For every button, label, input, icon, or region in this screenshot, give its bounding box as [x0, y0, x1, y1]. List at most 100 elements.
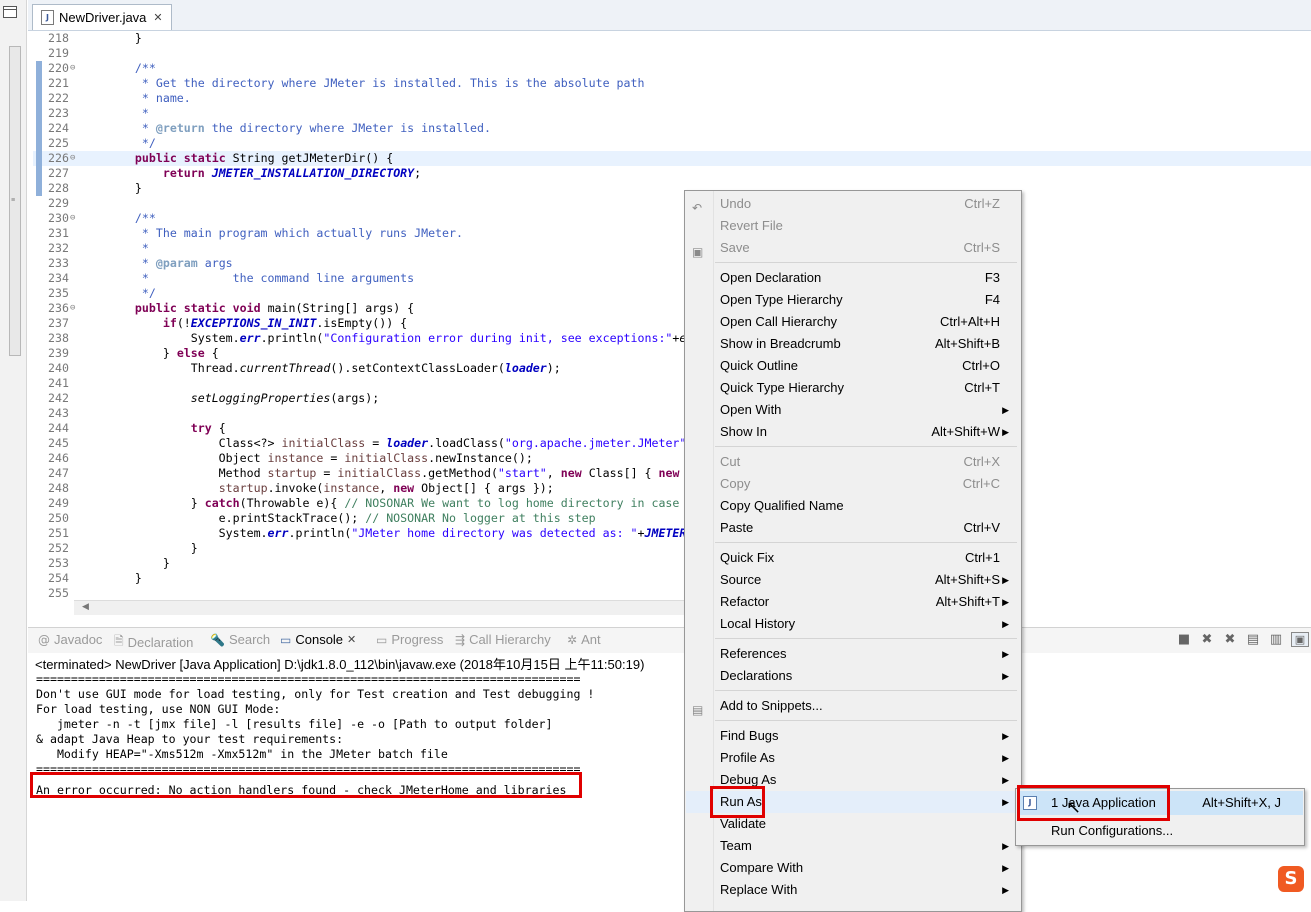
tab-declaration[interactable]: 🗎 Declaration — [114, 632, 193, 653]
menu-item-team[interactable]: Team ▶ — [686, 835, 1018, 857]
line-number: 229 — [48, 196, 69, 210]
menu-item-open-call-hierarchy[interactable]: Open Call Hierarchy Ctrl+Alt+H — [686, 311, 1018, 333]
clear-console-icon[interactable]: ▤ — [1245, 632, 1261, 647]
code-line[interactable]: 243 — [33, 406, 1311, 421]
line-number: 239 — [48, 346, 69, 360]
code-line[interactable]: 226 ⊖ public static String getJMeterDir()… — [33, 151, 1311, 166]
tab-javadoc[interactable]: @ Javadoc — [38, 632, 102, 647]
submenu-item-run-configurations[interactable]: Run Configurations... — [1017, 819, 1303, 843]
fold-toggle-icon[interactable]: ⊖ — [70, 61, 75, 76]
menu-item-copy[interactable]: Copy Ctrl+C — [686, 473, 1018, 495]
editor-horizontal-scrollbar[interactable]: ◀ — [74, 600, 684, 615]
menu-item-compare-with[interactable]: Compare With ▶ — [686, 857, 1018, 879]
code-line[interactable]: 254 } — [33, 571, 1311, 586]
restore-icon[interactable] — [3, 6, 17, 18]
input-method-icon[interactable]: S — [1278, 866, 1304, 892]
fold-toggle-icon[interactable]: ⊖ — [70, 301, 75, 316]
menu-item-quick-outline[interactable]: Quick Outline Ctrl+O — [686, 355, 1018, 377]
menu-item-add-to-snippets[interactable]: ▤ Add to Snippets... — [686, 695, 1018, 717]
code-line[interactable]: 255 — [33, 586, 1311, 601]
pin-console-icon[interactable]: ▣ — [1291, 632, 1309, 647]
code-line[interactable]: 231 * The main program which actually ru… — [33, 226, 1311, 241]
code-text: try { — [190, 421, 226, 435]
code-line[interactable]: 230 ⊖ /** — [33, 211, 1311, 226]
menu-item-replace-with[interactable]: Replace With ▶ — [686, 879, 1018, 901]
code-line[interactable]: 237 if(!EXCEPTIONS_IN_INIT.isEmpty()) { — [33, 316, 1311, 331]
code-line[interactable]: 235 */ — [33, 286, 1311, 301]
tab-search[interactable]: 🔦 Search — [210, 632, 270, 647]
menu-item-show-in-breadcrumb[interactable]: Show in Breadcrumb Alt+Shift+B — [686, 333, 1018, 355]
scroll-left-icon[interactable]: ◀ — [82, 601, 89, 612]
menu-item-save[interactable]: ▣ Save Ctrl+S — [686, 237, 1018, 259]
code-line[interactable]: 244 try { — [33, 421, 1311, 436]
code-line[interactable]: 242 setLoggingProperties(args); — [33, 391, 1311, 406]
code-line[interactable]: 241 — [33, 376, 1311, 391]
code-line[interactable]: 245 Class<?> initialClass = loader.loadC… — [33, 436, 1311, 451]
code-line[interactable]: 228 } — [33, 181, 1311, 196]
code-line[interactable]: 236 ⊖ public static void main(String[] ar… — [33, 301, 1311, 316]
code-line[interactable]: 222 * name. — [33, 91, 1311, 106]
menu-item-refactor[interactable]: Refactor Alt+Shift+T ▶ — [686, 591, 1018, 613]
menu-item-local-history[interactable]: Local History ▶ — [686, 613, 1018, 635]
close-icon[interactable]: ✕ — [153, 11, 162, 24]
console-toolbar: ■✖✖▤▥▣▦ — [1176, 632, 1311, 647]
code-line[interactable]: 246 Object instance = initialClass.newIn… — [33, 451, 1311, 466]
menu-item-copy-qualified-name[interactable]: Copy Qualified Name — [686, 495, 1018, 517]
close-icon[interactable]: ✕ — [347, 633, 356, 646]
menu-item-quick-type-hierarchy[interactable]: Quick Type Hierarchy Ctrl+T — [686, 377, 1018, 399]
code-line[interactable]: 232 * — [33, 241, 1311, 256]
code-line[interactable]: 251 System.err.println("JMeter home dire… — [33, 526, 1311, 541]
menu-item-cut[interactable]: Cut Ctrl+X — [686, 451, 1018, 473]
menu-item-show-in[interactable]: Show In Alt+Shift+W ▶ — [686, 421, 1018, 443]
code-text: /** — [107, 61, 156, 75]
remove-launch-icon[interactable]: ✖ — [1199, 632, 1215, 647]
code-line[interactable]: 239 } else { — [33, 346, 1311, 361]
declaration-icon: 🗎 — [114, 634, 124, 648]
code-line[interactable]: 229 — [33, 196, 1311, 211]
code-line[interactable]: 250 e.printStackTrace(); // NOSONAR No l… — [33, 511, 1311, 526]
code-text: * name. — [107, 91, 191, 105]
menu-item-open-with[interactable]: Open With ▶ — [686, 399, 1018, 421]
menu-item-paste[interactable]: Paste Ctrl+V — [686, 517, 1018, 539]
code-line[interactable]: 225 */ — [33, 136, 1311, 151]
menu-item-references[interactable]: References ▶ — [686, 643, 1018, 665]
fold-toggle-icon[interactable]: ⊖ — [70, 151, 75, 166]
code-line[interactable]: 238 System.err.println("Configuration er… — [33, 331, 1311, 346]
code-line[interactable]: 240 Thread.currentThread().setContextCla… — [33, 361, 1311, 376]
menu-item-source[interactable]: Source Alt+Shift+S ▶ — [686, 569, 1018, 591]
code-line[interactable]: 224 * @return the directory where JMeter… — [33, 121, 1311, 136]
code-line[interactable]: 218 } — [33, 31, 1311, 46]
scroll-lock-icon[interactable]: ▥ — [1268, 632, 1284, 647]
menu-item-find-bugs[interactable]: Find Bugs ▶ — [686, 725, 1018, 747]
menu-item-open-declaration[interactable]: Open Declaration F3 — [686, 267, 1018, 289]
fold-toggle-icon[interactable]: ⊖ — [70, 211, 75, 226]
code-line[interactable]: 233 * @param args — [33, 256, 1311, 271]
menu-item-quick-fix[interactable]: Quick Fix Ctrl+1 — [686, 547, 1018, 569]
code-line[interactable]: 234 * the command line arguments — [33, 271, 1311, 286]
menu-item-profile-as[interactable]: Profile As ▶ — [686, 747, 1018, 769]
editor-tab[interactable]: J NewDriver.java ✕ — [32, 4, 172, 30]
code-line[interactable]: 249 } catch(Throwable e){ // NOSONAR We … — [33, 496, 1311, 511]
code-line[interactable]: 248 startup.invoke(instance, new Object[… — [33, 481, 1311, 496]
code-line[interactable]: 223 * — [33, 106, 1311, 121]
menu-item-undo[interactable]: ↶ Undo Ctrl+Z — [686, 193, 1018, 215]
menu-item-open-type-hierarchy[interactable]: Open Type Hierarchy F4 — [686, 289, 1018, 311]
code-line[interactable]: 221 * Get the directory where JMeter is … — [33, 76, 1311, 91]
stop-icon[interactable]: ■ — [1176, 632, 1192, 647]
code-line[interactable]: 253 } — [33, 556, 1311, 571]
tab-ant[interactable]: ✲ Ant — [567, 632, 601, 647]
code-line[interactable]: 220 ⊖ /** — [33, 61, 1311, 76]
tab-progress[interactable]: ▭ Progress — [376, 632, 443, 647]
menu-item-label: Team — [720, 838, 752, 853]
code-line[interactable]: 252 } — [33, 541, 1311, 556]
menu-item-declarations[interactable]: Declarations ▶ — [686, 665, 1018, 687]
code-line[interactable]: 247 Method startup = initialClass.getMet… — [33, 466, 1311, 481]
code-editor[interactable]: 218 } 219 220 ⊖ /** 221 * Get the directory … — [33, 31, 1311, 601]
code-line[interactable]: 227 return JMETER_INSTALLATION_DIRECTORY… — [33, 166, 1311, 181]
remove-all-launches-icon[interactable]: ✖ — [1222, 632, 1238, 647]
tab-console[interactable]: ▭ Console ✕ — [280, 632, 356, 647]
code-line[interactable]: 219 — [33, 46, 1311, 61]
menu-item-revert-file[interactable]: Revert File — [686, 215, 1018, 237]
left-scrollbar[interactable]: ≡ — [9, 46, 21, 356]
tab-call-hierarchy[interactable]: ⇶ Call Hierarchy — [455, 632, 551, 647]
